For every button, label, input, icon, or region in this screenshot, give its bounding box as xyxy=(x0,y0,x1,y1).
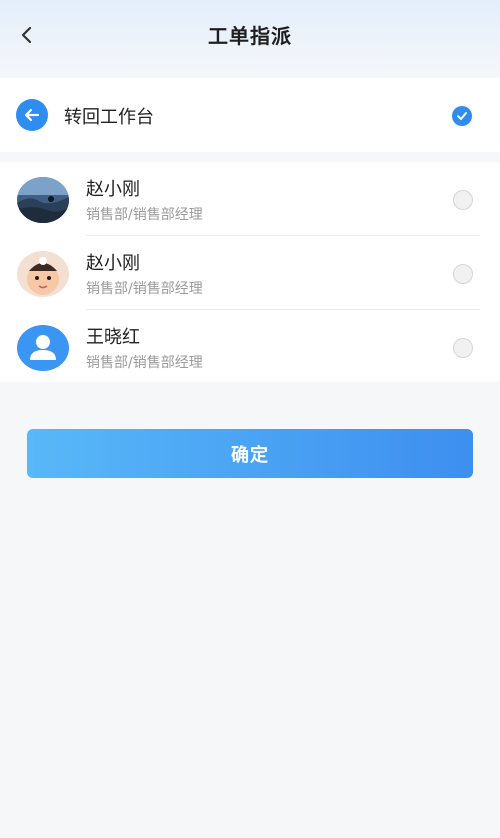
assignee-department: 销售部/销售部经理 xyxy=(86,355,203,371)
select-radio[interactable] xyxy=(453,190,473,210)
assignee-name: 赵小刚 xyxy=(86,253,140,274)
list-item[interactable]: 赵小刚 销售部/销售部经理 xyxy=(0,162,500,235)
assignee-name: 王晓红 xyxy=(86,327,140,348)
select-radio[interactable] xyxy=(453,338,473,358)
assignee-department: 销售部/销售部经理 xyxy=(86,207,203,223)
top-bar: 工单指派 xyxy=(0,0,500,78)
select-radio[interactable] xyxy=(453,264,473,284)
arrow-left-icon xyxy=(16,99,48,131)
assignee-name: 赵小刚 xyxy=(86,179,140,200)
list-item[interactable]: 王晓红 销售部/销售部经理 xyxy=(0,310,500,383)
transfer-label: 转回工作台 xyxy=(64,107,154,128)
default-user-icon xyxy=(17,325,69,371)
transfer-to-workbench-option[interactable]: 转回工作台 xyxy=(0,78,500,152)
confirm-button[interactable]: 确定 xyxy=(27,429,473,478)
selected-check-icon[interactable] xyxy=(452,106,472,126)
list-item[interactable]: 赵小刚 销售部/销售部经理 xyxy=(0,236,500,309)
avatar xyxy=(17,177,69,223)
page-title: 工单指派 xyxy=(208,24,292,48)
avatar xyxy=(17,251,69,297)
assignee-department: 销售部/销售部经理 xyxy=(86,281,203,297)
assignee-list: 赵小刚 销售部/销售部经理 赵小刚 销售部/销售部经理 王晓红 销售部/销售部经… xyxy=(0,162,500,382)
